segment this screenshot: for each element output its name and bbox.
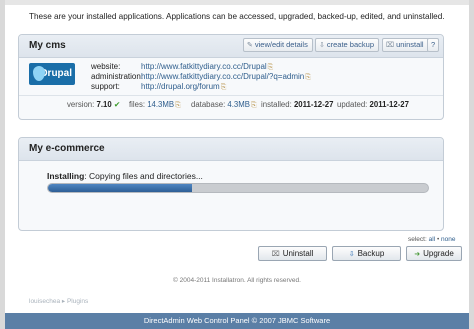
support-label: support:: [91, 82, 120, 91]
select-all-link[interactable]: all: [429, 236, 436, 243]
backup-icon: ⇩: [319, 42, 325, 49]
view-edit-details-button[interactable]: ✎ view/edit details: [243, 38, 313, 52]
help-button[interactable]: ?: [427, 38, 440, 52]
bulk-uninstall-button[interactable]: ⌧ Uninstall: [258, 246, 327, 261]
edit-icon: ✎: [247, 42, 253, 49]
panel-title: My cms: [29, 40, 66, 51]
uninstall-button[interactable]: ⌧ uninstall: [382, 38, 429, 52]
bulk-upgrade-button[interactable]: ➜ Upgrade: [406, 246, 462, 261]
updated-stat: updated: 2011-12-27: [337, 100, 409, 109]
external-link-icon: ⎘: [305, 74, 311, 81]
file-icon: ⎘: [175, 102, 181, 109]
external-link-icon: ⎘: [267, 64, 274, 71]
support-link[interactable]: http://drupal.org/forum⎘: [141, 82, 226, 92]
install-progress-bar: [47, 183, 429, 193]
trash-icon: ⌧: [271, 251, 280, 258]
database-stat: database: 4.3MB⎘: [191, 100, 257, 109]
drupal-logo: Drupal: [29, 63, 75, 85]
breadcrumb: louisechea ▸ Plugins: [29, 298, 89, 305]
app-panel-my-ecommerce: My e-commerce Installing: Copying files …: [18, 137, 444, 231]
panel-header: My e-commerce: [19, 138, 443, 161]
installed-stat: installed: 2011-12-27: [261, 100, 334, 109]
website-link[interactable]: http://www.fatkittydiary.co.cc/Drupal⎘: [141, 62, 273, 72]
files-stat: files: 14.3MB⎘: [129, 100, 181, 109]
progress-fill: [48, 184, 193, 192]
copyright-text: © 2004-2011 Installatron. All rights res…: [173, 277, 301, 284]
top-border: [0, 0, 474, 5]
select-controls: select: all • none: [408, 236, 456, 243]
trash-icon: ⌧: [386, 42, 395, 49]
create-backup-button[interactable]: ⇩ create backup: [315, 38, 379, 52]
website-label: website:: [91, 62, 121, 71]
install-status: Installing: Copying files and directorie…: [47, 171, 203, 181]
footer-bar: DirectAdmin Web Control Panel © 2007 JBM…: [5, 313, 469, 329]
check-icon: ✔: [113, 100, 121, 109]
panel-header: My cms ✎ view/edit details ⇩ create backup…: [19, 35, 443, 58]
intro-text: These are your installed applications. A…: [29, 12, 445, 21]
version-stat: version: 7.10 ✔: [67, 100, 121, 109]
app-panel-my-cms: My cms ✎ view/edit details ⇩ create backup…: [18, 34, 444, 120]
panel-title: My e-commerce: [29, 143, 105, 154]
backup-icon: ⇩: [348, 251, 355, 258]
bulk-backup-button[interactable]: ⇩ Backup: [332, 246, 401, 261]
external-link-icon: ⎘: [220, 84, 227, 91]
select-none-link[interactable]: none: [441, 236, 455, 243]
panel-divider: [19, 95, 443, 96]
database-icon: ⎘: [250, 102, 257, 109]
upgrade-icon: ➜: [414, 251, 421, 258]
administration-label: administration:: [91, 72, 144, 81]
administration-link[interactable]: http://www.fatkittydiary.co.cc/Drupal/?q…: [141, 72, 311, 82]
